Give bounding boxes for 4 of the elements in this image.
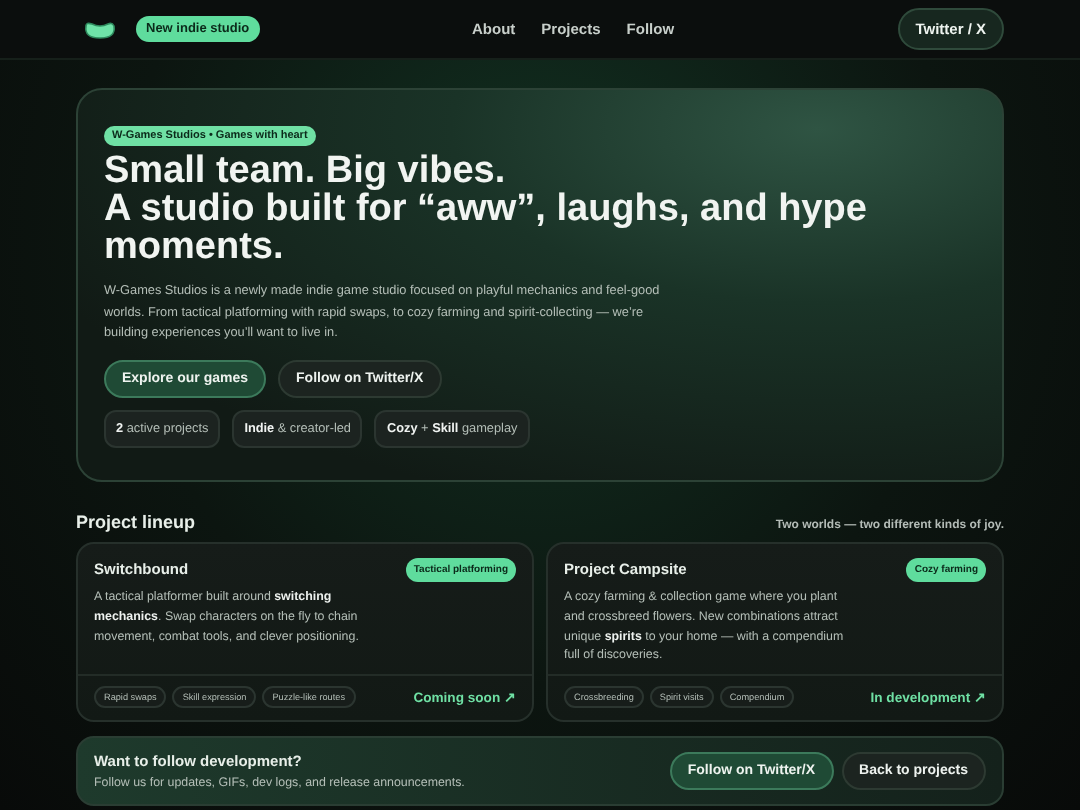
section-title: Project lineup	[76, 511, 196, 532]
hero-title: A studio built for “aww”, laughs, and hype moments.	[104, 190, 869, 266]
hero-title: Small team. Big vibes.	[104, 152, 508, 190]
logo-icon[interactable]	[82, 19, 118, 39]
